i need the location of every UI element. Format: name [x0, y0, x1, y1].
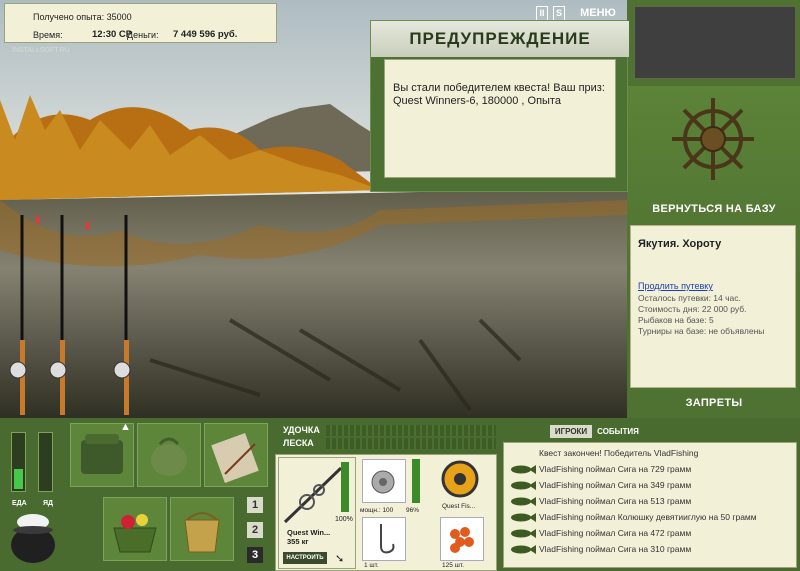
trip-remaining: Осталось путевки: 14 час. [638, 293, 741, 303]
fish-icon [511, 481, 536, 490]
sack-icon [151, 437, 187, 476]
rod-weight: 355 кг [287, 537, 309, 546]
money-label: Деньги: [127, 30, 159, 40]
minimap-box [634, 6, 796, 79]
cauldron-icon[interactable] [8, 512, 58, 566]
reel-slot[interactable] [362, 459, 406, 503]
fish-icon [511, 545, 536, 554]
bait-slot[interactable] [440, 517, 484, 561]
line-name: Quest Fis... [442, 503, 476, 510]
event-item: VladFishing поймал Сига на 310 грамм [504, 542, 796, 557]
day-cost: Стоимость дня: 22 000 руб. [638, 304, 747, 314]
bait-count: 125 шт. [442, 562, 464, 569]
bag-slot[interactable] [137, 423, 201, 487]
cursor-icon: ▲ [120, 421, 131, 433]
event-item: VladFishing поймал Сига на 349 грамм [504, 478, 796, 493]
rod-label: УДОЧКА [283, 425, 320, 435]
line-slot[interactable] [432, 459, 490, 503]
reel-icon [371, 470, 395, 494]
reel-percent: 96% [406, 507, 420, 514]
pause-button[interactable]: II [536, 6, 548, 21]
extend-trip-link[interactable]: Продлить путевку [638, 281, 713, 291]
food-meter [11, 432, 26, 492]
rod-3[interactable] [113, 215, 131, 415]
poison-label: ЯД [43, 500, 54, 507]
rod-slot[interactable]: 100% Quest Win... 355 кг НАСТРОИТЬ ➘ [278, 457, 356, 569]
warning-dialog: ПРЕДУПРЕЖДЕНИЕ Вы стали победителем квес… [370, 20, 629, 192]
notebook-icon [211, 433, 259, 483]
page-button-1[interactable]: 1 [247, 497, 263, 513]
return-to-base-button[interactable]: ВЕРНУТЬСЯ НА БАЗУ [633, 203, 795, 215]
fishers-count: Рыбаков на базе: 5 [638, 315, 714, 325]
reel-condition-bar [412, 459, 420, 503]
fishing-line-spool-icon [441, 460, 479, 498]
tab-players[interactable]: ИГРОКИ [550, 425, 592, 438]
page-button-3[interactable]: 3 [247, 547, 263, 563]
event-item: VladFishing поймал Сига на 513 грамм [504, 494, 796, 509]
warning-title: ПРЕДУПРЕЖДЕНИЕ [371, 21, 629, 57]
poison-meter [38, 432, 53, 492]
rod-percent: 100% [335, 516, 353, 523]
location-info-box: Якутия. Хороту Продлить путевку Осталось… [630, 225, 796, 388]
tournaments-status: Турниры на базе: не объявлены [638, 326, 765, 336]
reel-power: мощн.: 100 [360, 507, 394, 514]
event-item: VladFishing поймал Сига на 729 грамм [504, 462, 796, 477]
events-log: Квест закончен! Победитель VladFishing V… [503, 442, 797, 568]
time-label: Время: [33, 30, 63, 40]
watermark: INSTALLSOFT.RU [12, 47, 70, 54]
hook-icon [380, 524, 395, 554]
tab-events[interactable]: СОБЫТИЯ [596, 425, 640, 438]
basket-icon [113, 514, 157, 553]
event-item: VladFishing поймал Колюшку девятииглую н… [504, 510, 796, 525]
stats-panel: Получено опыта: 35000 Время: 12:30 СР Де… [4, 3, 277, 43]
setup-button[interactable]: НАСТРОИТЬ [283, 552, 327, 564]
tackle-panel: 100% Quest Win... 355 кг НАСТРОИТЬ ➘ мощ… [275, 454, 497, 571]
food-basket-slot[interactable] [103, 497, 167, 561]
event-item: VladFishing поймал Сига на 472 грамм [504, 526, 796, 541]
journal-slot[interactable] [204, 423, 268, 487]
rod-1[interactable] [9, 215, 27, 415]
rod-name: Quest Win... [287, 528, 331, 537]
hook-slot[interactable] [362, 517, 406, 561]
menu-button[interactable]: МЕНЮ [576, 6, 620, 21]
fish-icon [511, 465, 536, 474]
location-name: Якутия. Хороту [638, 238, 722, 250]
fish-icon [511, 497, 536, 506]
event-item: Квест закончен! Победитель VladFishing [539, 448, 699, 458]
settings-button[interactable]: S [553, 6, 565, 21]
hook-count: 1 шт. [364, 562, 379, 569]
bucket-icon [184, 512, 220, 553]
food-meter-fill [14, 469, 23, 489]
bucket-slot[interactable] [170, 497, 234, 561]
line-strength-bar [326, 438, 496, 449]
rod-condition-bar [341, 462, 349, 512]
money-value: 7 449 596 руб. [173, 29, 238, 40]
line-label: ЛЕСКА [283, 438, 314, 448]
warning-message-box: Вы стали победителем квеста! Ваш приз: Q… [384, 59, 616, 178]
fish-eggs-bait-icon [450, 527, 474, 553]
rods-group [9, 215, 131, 415]
exp-gained-text: Получено опыта: 35000 [33, 12, 132, 22]
page-button-2[interactable]: 2 [247, 522, 263, 538]
warning-message-line2: Quest Winners-6, 180000 , Опыта [393, 95, 561, 107]
food-label: ЕДА [12, 500, 27, 507]
rod-2[interactable] [49, 215, 67, 415]
arrow-icon: ➘ [335, 553, 345, 565]
bans-button[interactable]: ЗАПРЕТЫ [633, 397, 795, 409]
ship-wheel-icon[interactable] [668, 94, 758, 184]
warning-message-line1: Вы стали победителем квеста! Ваш приз: [393, 82, 605, 94]
fish-icon [511, 529, 536, 538]
rod-strength-bar [326, 425, 496, 436]
fish-icon [511, 513, 536, 522]
